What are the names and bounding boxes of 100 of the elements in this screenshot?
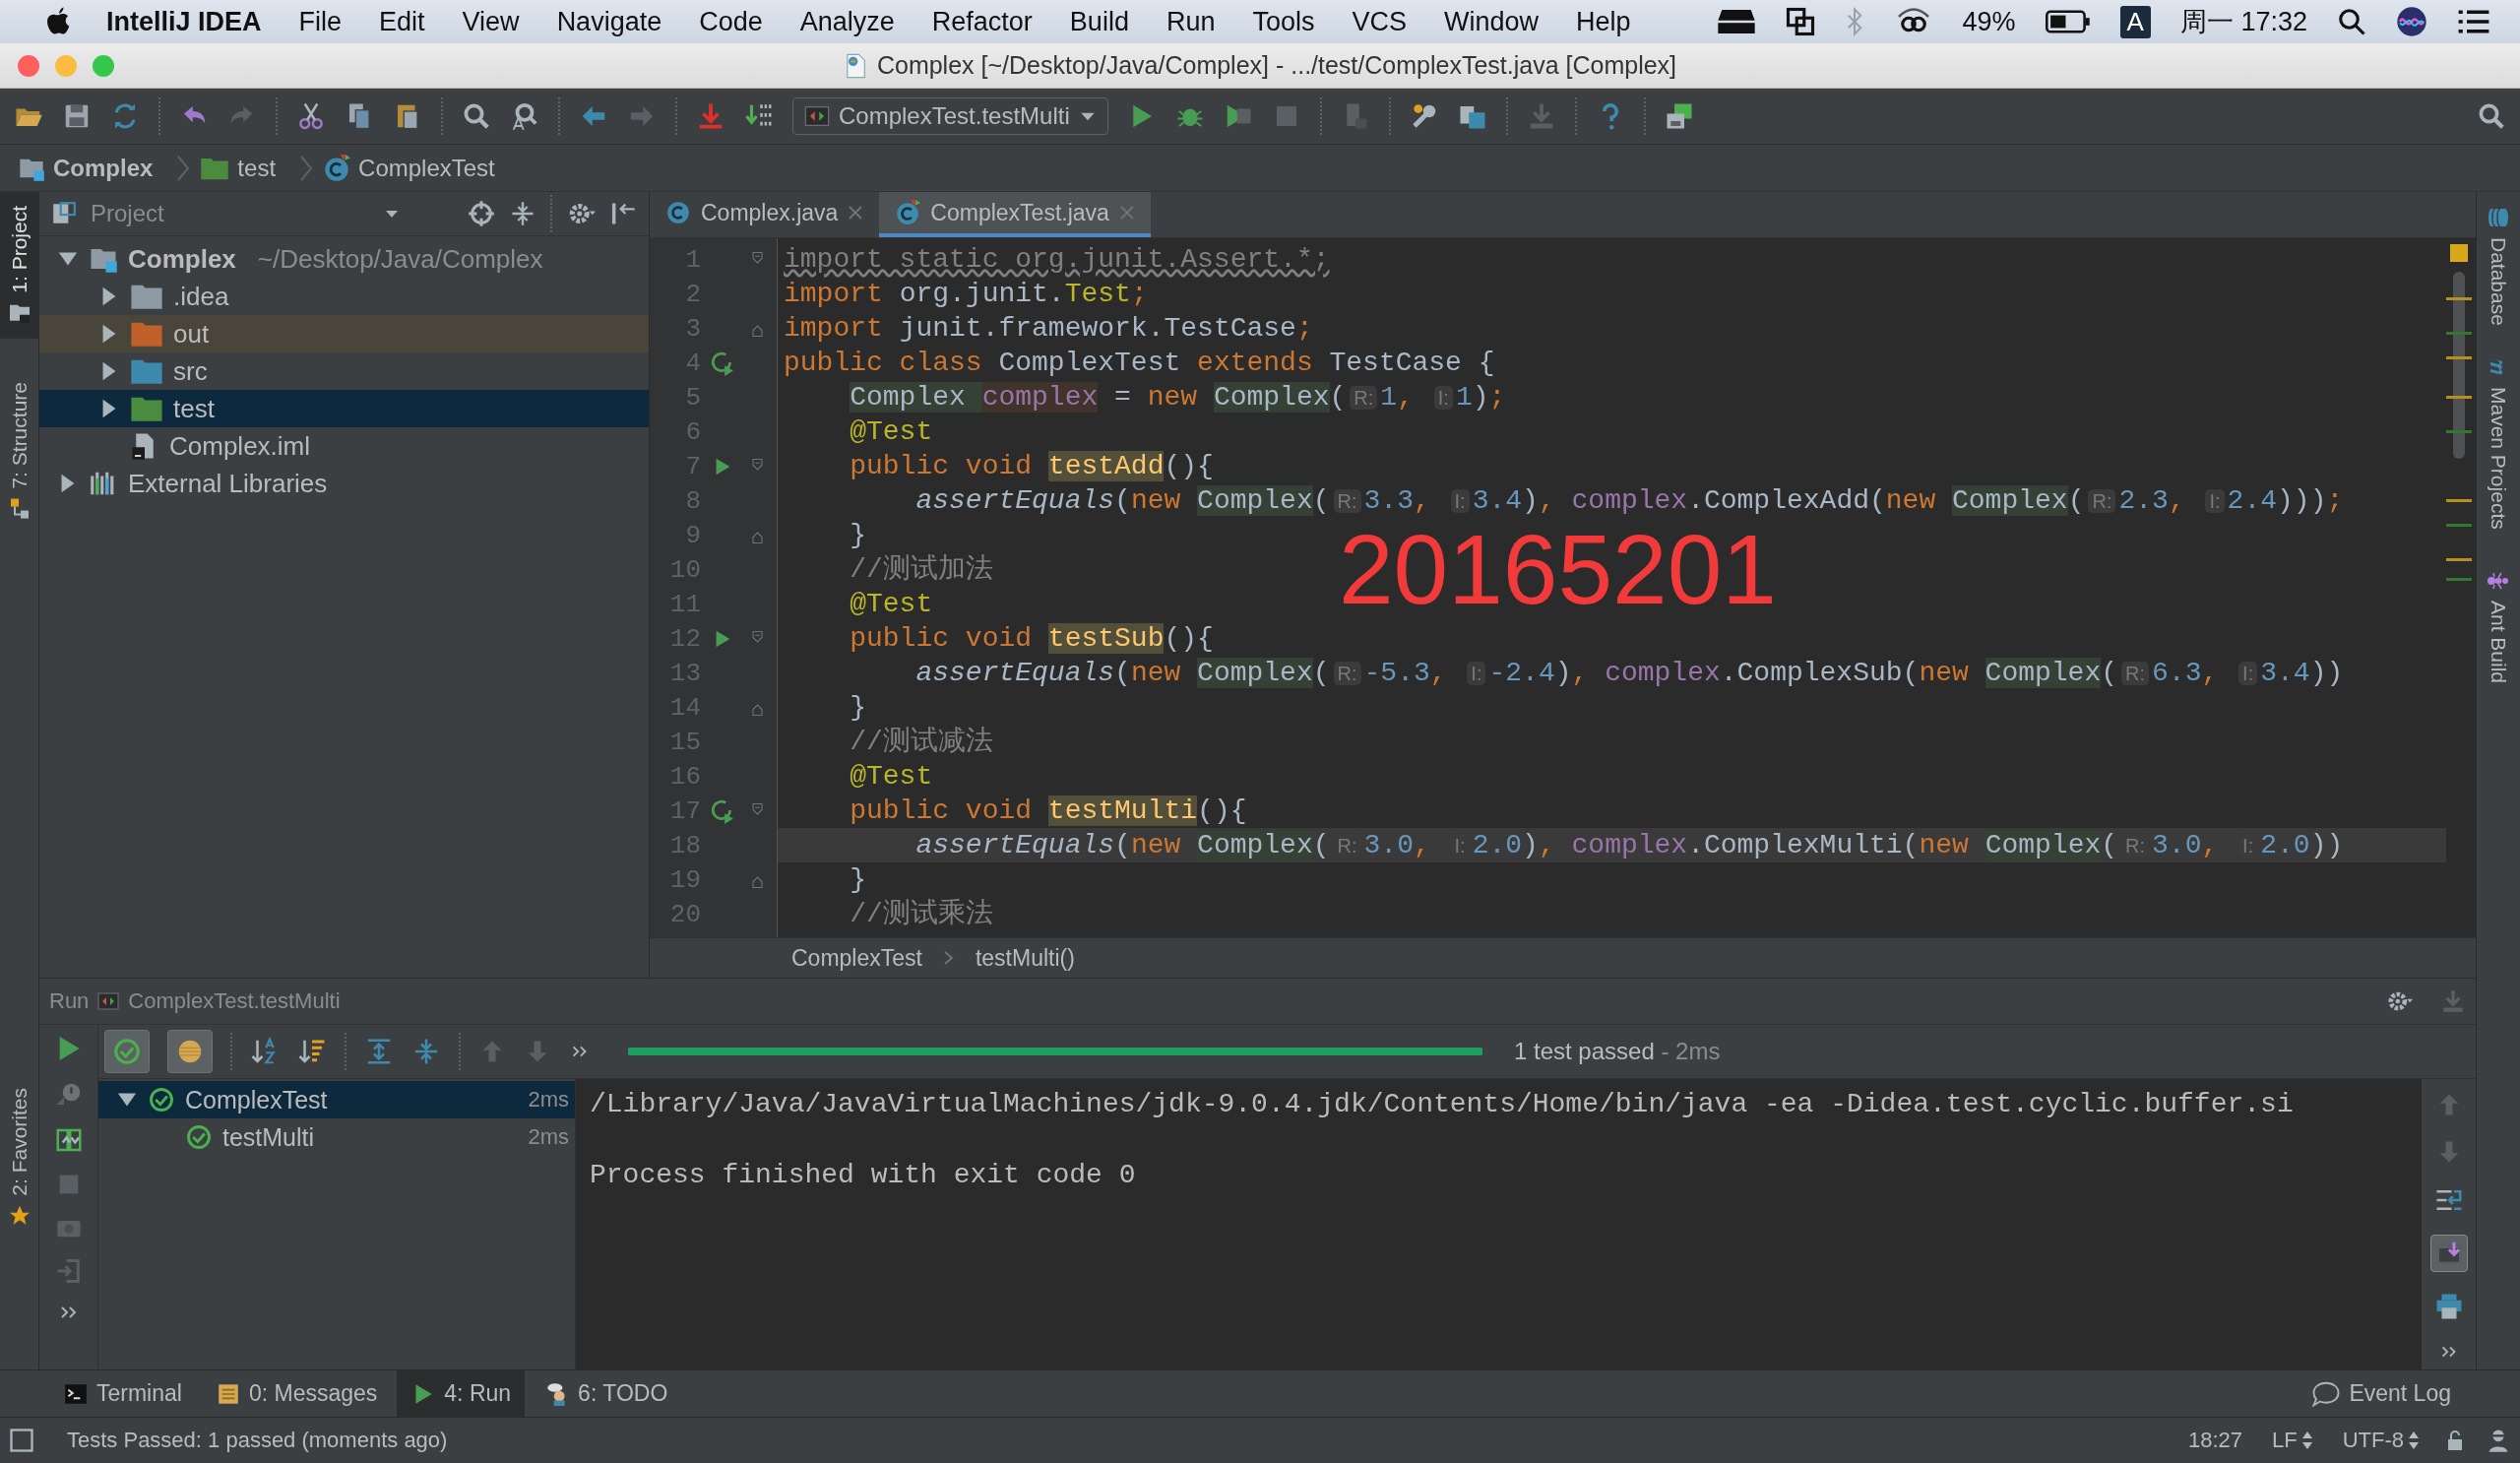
close-icon[interactable] — [848, 205, 864, 221]
code-line: public void testAdd(){ — [849, 450, 1215, 483]
chevron-icon — [299, 155, 314, 181]
tree-item[interactable]: src — [39, 352, 649, 390]
toggle-panels-icon[interactable] — [8, 1427, 35, 1454]
chevron-icon — [176, 155, 191, 181]
editor-breadcrumb[interactable]: testMulti() — [969, 943, 1081, 973]
breadcrumb[interactable]: ComplexTest — [323, 154, 509, 182]
test-item[interactable]: testMulti 2ms — [98, 1118, 575, 1156]
code-line: //测试乘法 — [849, 898, 994, 931]
show-passed-toggle[interactable] — [104, 1030, 150, 1073]
code-line: } — [849, 691, 867, 725]
menu-item[interactable]: Analyze — [781, 6, 914, 37]
show-ignored-toggle[interactable] — [167, 1030, 213, 1073]
list-icon[interactable] — [2457, 8, 2490, 35]
menu-item[interactable]: VCS — [1333, 6, 1425, 37]
menu-item[interactable]: Navigate — [537, 6, 681, 37]
editor-breadcrumb[interactable]: ComplexTest — [786, 943, 928, 973]
panel-title[interactable]: Project — [91, 200, 369, 227]
up-down-icon — [2408, 1431, 2420, 1450]
code-line: } — [849, 519, 867, 552]
passed-icon — [148, 1086, 175, 1113]
line-separator[interactable]: LF — [2266, 1427, 2319, 1454]
module-path: ~/Desktop/Java/Complex — [257, 243, 543, 275]
menu-item[interactable]: Run — [1147, 6, 1234, 37]
input-source[interactable]: A — [2119, 5, 2151, 38]
stack-icon[interactable] — [1716, 8, 1756, 35]
class-icon — [323, 154, 351, 182]
replace-icon[interactable] — [510, 101, 539, 131]
tool-window-tab[interactable]: 6: TODO — [531, 1370, 682, 1417]
run-passed-icon[interactable] — [710, 797, 735, 824]
breadcrumb[interactable]: Complex — [18, 154, 167, 182]
tree-item[interactable]: External Libraries — [39, 465, 649, 502]
code-line: @Test — [849, 588, 934, 621]
run-passed-icon[interactable] — [710, 350, 735, 376]
test-duration: 2ms — [528, 1124, 569, 1150]
cut-icon[interactable] — [296, 101, 326, 131]
battery-percentage: 49% — [1962, 6, 2016, 37]
tool-window-tab[interactable]: Terminal — [49, 1370, 196, 1417]
file-encoding[interactable]: UTF-8 — [2336, 1427, 2426, 1454]
menu-item[interactable]: Edit — [360, 6, 444, 37]
menu-item[interactable]: Tools — [1233, 6, 1334, 37]
locate-icon[interactable] — [468, 200, 495, 227]
editor-tab[interactable]: ComplexTest.java — [879, 192, 1151, 237]
code-line: public void testMulti(){ — [849, 795, 1248, 828]
tool-window-tab[interactable]: 4: Run — [397, 1370, 526, 1417]
tool-window-tab[interactable]: 2: Favorites — [0, 1074, 39, 1241]
tree-item[interactable]: .idea — [39, 278, 649, 315]
tree-item[interactable]: Complex ~/Desktop/Java/Complex — [39, 240, 649, 278]
panel-title: Run — [49, 988, 90, 1014]
tool-window-tab[interactable]: Ant Build — [2487, 568, 2510, 683]
code-line: Complex complex = new Complex( R: 1, I: 1); — [849, 381, 1507, 414]
tree-item[interactable]: Complex.iml — [39, 427, 649, 465]
code-line: @Test — [849, 760, 934, 794]
event-log-button[interactable]: Event Log — [2298, 1370, 2465, 1417]
assistant-icon[interactable] — [2396, 6, 2427, 37]
code-line: @Test — [849, 415, 934, 449]
menu-item[interactable]: Refactor — [913, 6, 1051, 37]
breadcrumb[interactable]: test — [200, 154, 290, 182]
tool-window-tab[interactable]: 7: Structure — [0, 367, 39, 535]
test-summary: 1 test passed - 2ms — [1514, 1038, 1721, 1065]
test-item[interactable]: ComplexTest 2ms — [98, 1081, 575, 1118]
class-icon — [665, 200, 691, 225]
battery-icon[interactable] — [2045, 9, 2091, 34]
code-line: import org.junit.Test; — [783, 278, 1149, 311]
menu-item[interactable]: Build — [1050, 6, 1148, 37]
code-line: //测试减法 — [849, 726, 994, 759]
window-overlap-icon[interactable] — [1785, 7, 1815, 36]
tool-window-tab[interactable]: Maven Projects — [2487, 354, 2510, 530]
menu-item[interactable]: Code — [680, 6, 782, 37]
run-configuration-dropdown[interactable]: ComplexTest.testMulti — [792, 97, 1108, 135]
app-menu[interactable]: IntelliJ IDEA — [73, 6, 281, 37]
sort-by-duration-icon[interactable] — [297, 1037, 327, 1066]
tool-window-tab[interactable]: Database — [2487, 206, 2510, 326]
annotation-text: 20165201 — [1339, 520, 1777, 618]
status-message: Tests Passed: 1 passed (moments ago) — [67, 1428, 448, 1453]
caret-position[interactable]: 18:27 — [2181, 1427, 2248, 1454]
menu-item[interactable]: Help — [1557, 6, 1650, 37]
search-icon[interactable] — [2337, 7, 2366, 36]
code-line: //测试加法 — [849, 553, 994, 587]
tree-item[interactable]: out — [39, 315, 649, 352]
passed-icon — [185, 1123, 213, 1151]
tool-window-tab[interactable]: 1: Project — [0, 192, 39, 339]
menu-item[interactable]: File — [280, 6, 361, 37]
window-title: Complex [~/Desktop/Java/Complex] - .../test/ComplexTest.java [Complex] — [876, 51, 1677, 80]
clock[interactable]: 周一 17:32 — [2179, 4, 2307, 39]
menu-item[interactable]: Window — [1425, 6, 1558, 37]
up-down-icon — [2300, 1431, 2313, 1450]
passed-icon — [112, 1037, 142, 1066]
editor-tab[interactable]: Complex.java — [650, 192, 880, 237]
tool-window-tab[interactable]: 0: Messages — [201, 1370, 392, 1417]
code-line: assertEquals(new Complex( R: -5.3, I: -2.4), complex.ComplexSub(new Complex( R: 6.3, I: 3.4)) — [914, 657, 2345, 690]
class-icon — [895, 200, 921, 225]
code-line: } — [849, 863, 867, 897]
code-line: import static org.junit.Assert.*; — [783, 243, 1331, 277]
menu-item[interactable]: View — [443, 6, 538, 37]
scroll-to-end-icon[interactable] — [2429, 1235, 2468, 1272]
code-line: assertEquals(new Complex( R: 3.3, I: 3.4), complex.ComplexAdd(new Complex( R: 2.3, I: 2.4))); — [914, 484, 2345, 518]
tree-item[interactable]: test — [39, 390, 649, 427]
close-button[interactable] — [18, 54, 39, 77]
